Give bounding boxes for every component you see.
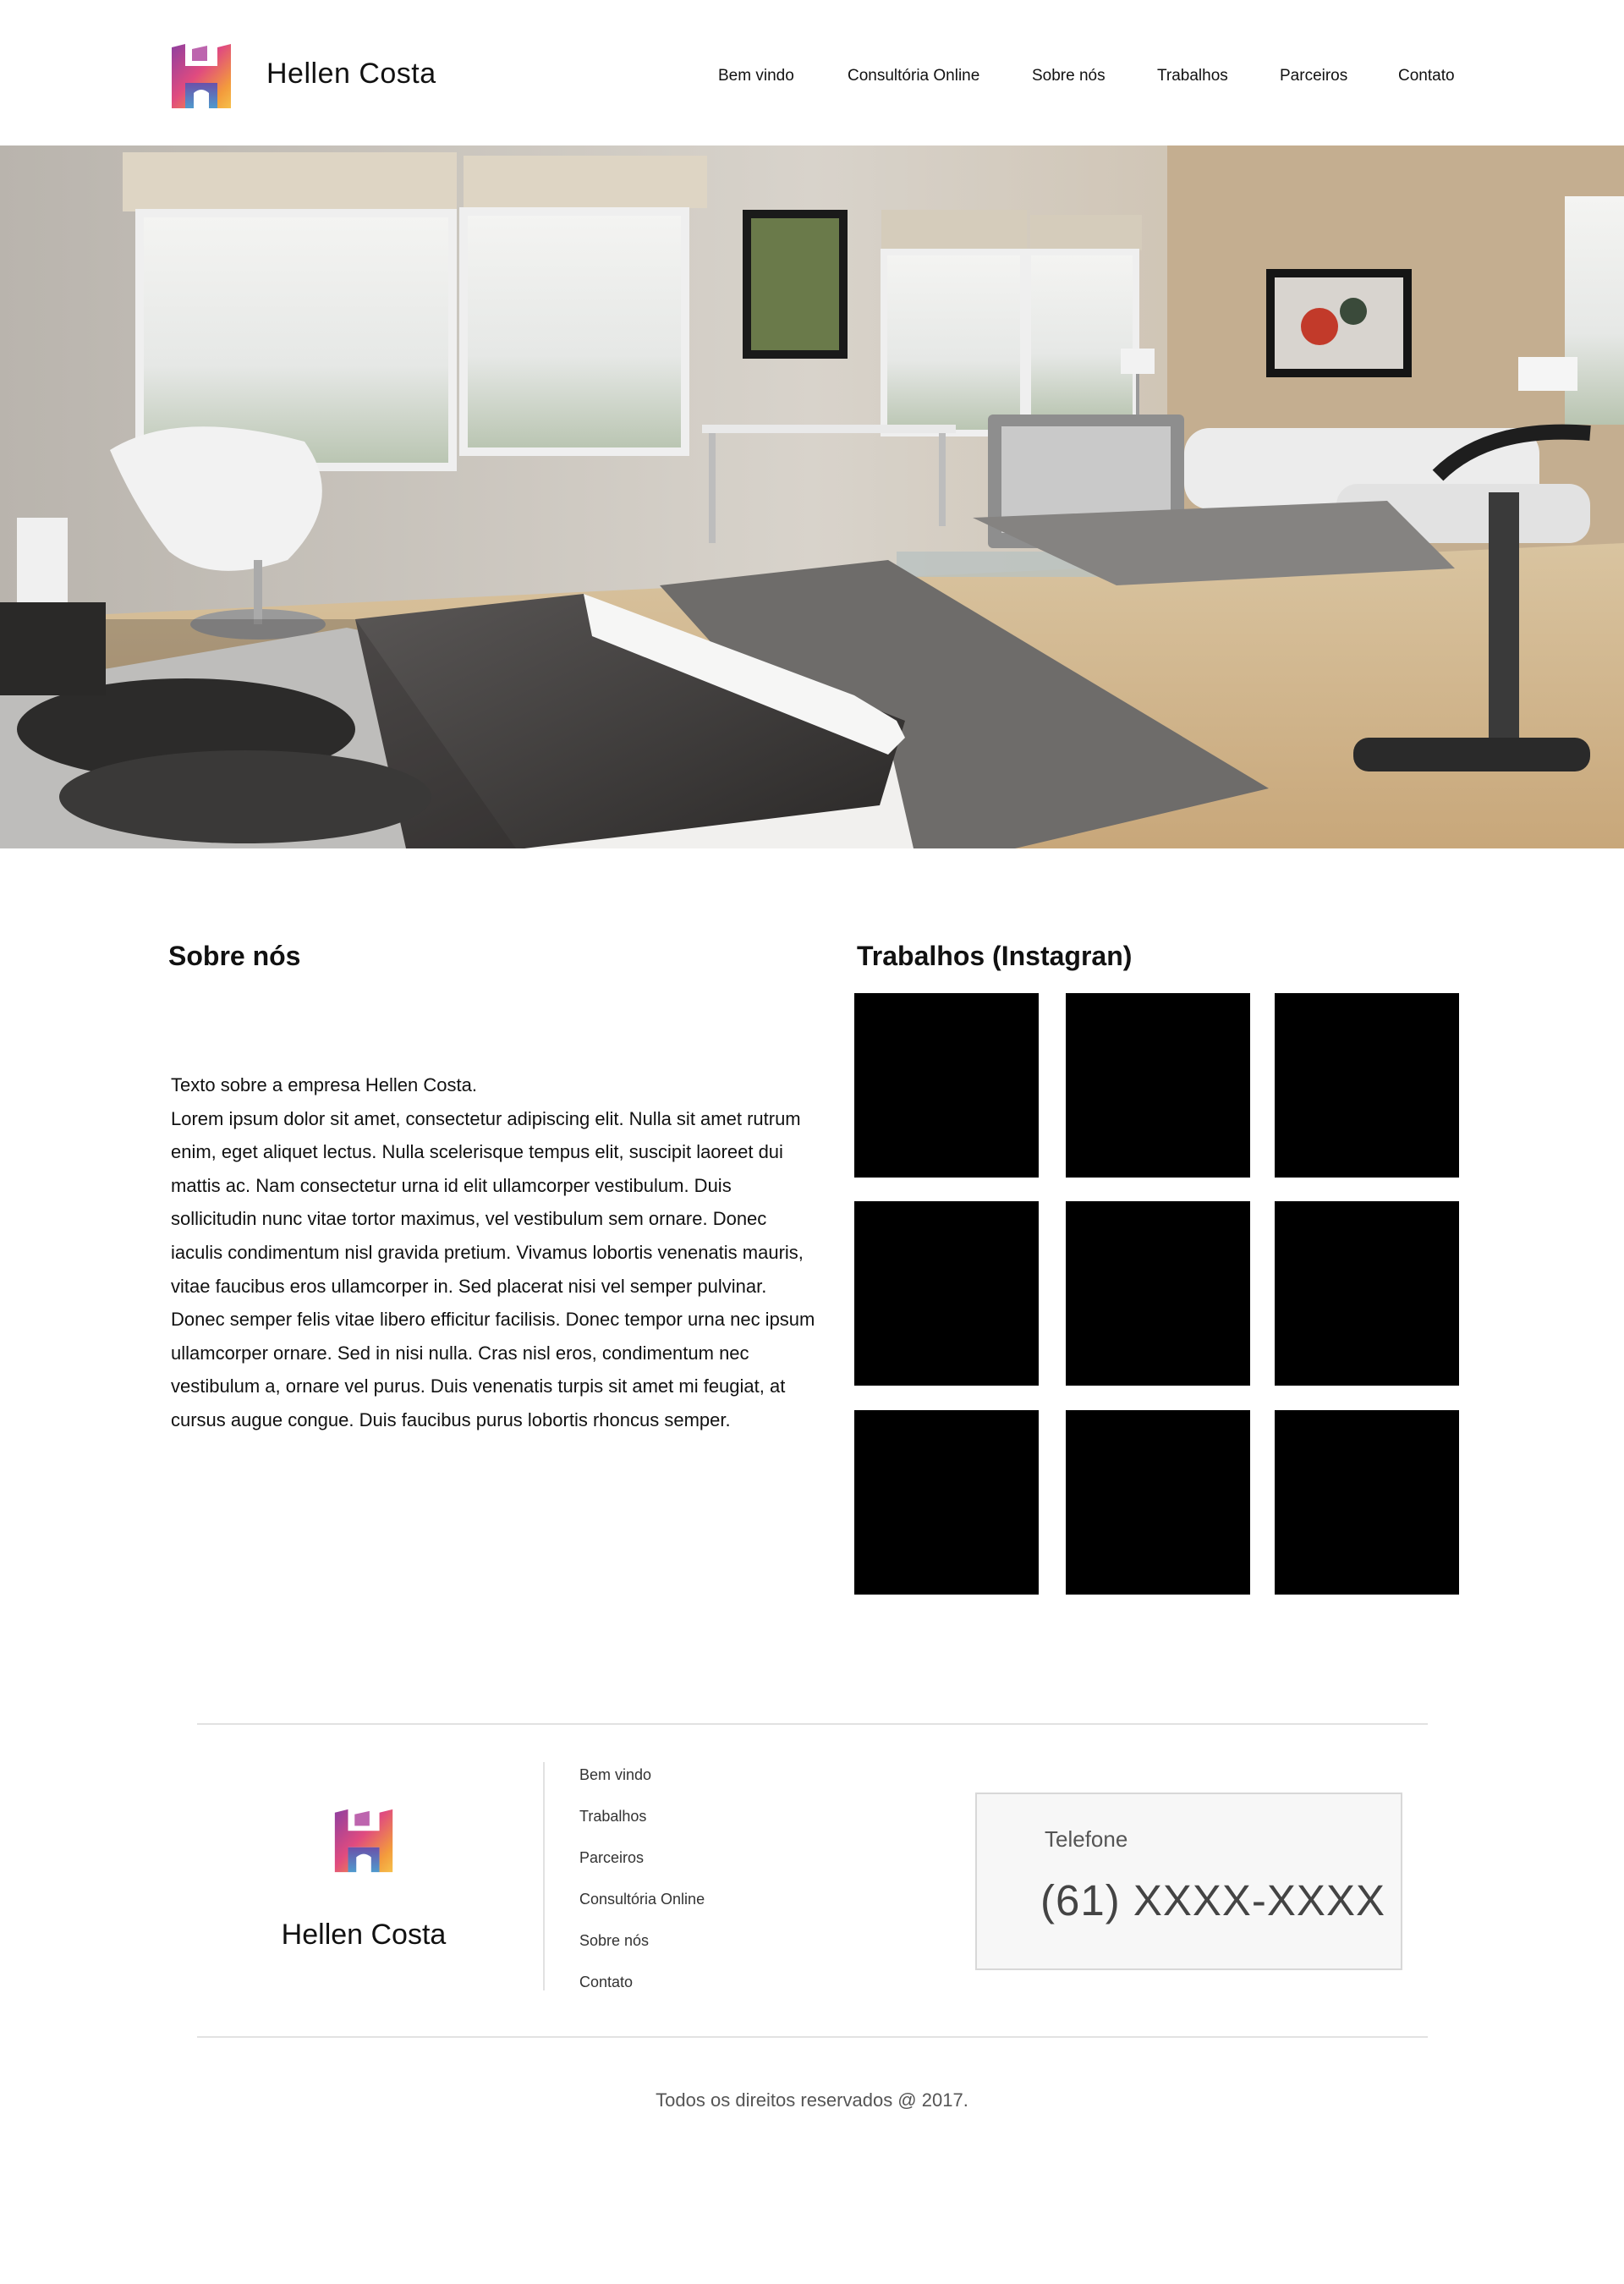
- nav-item-trabalhos[interactable]: Trabalhos: [1157, 67, 1228, 85]
- site-header: Hellen Costa Bem vindo Consultória Onlin…: [0, 0, 1624, 145]
- about-intro: Texto sobre a empresa Hellen Costa.: [171, 1074, 477, 1095]
- footer-link-sobre-nos[interactable]: Sobre nós: [579, 1929, 833, 1970]
- footer-brand-name: Hellen Costa: [281, 1919, 447, 1951]
- instagram-tile[interactable]: [1275, 1410, 1459, 1595]
- nav-item-sobre-nos[interactable]: Sobre nós: [1032, 67, 1106, 85]
- footer-top-divider: [197, 1723, 1428, 1725]
- footer-vertical-divider: [543, 1762, 545, 1990]
- hero-banner: [0, 145, 1624, 848]
- phone-number[interactable]: (61) XXXX-XXXX: [1040, 1875, 1385, 1925]
- about-text: Texto sobre a empresa Hellen Costa. Lore…: [171, 1068, 822, 1437]
- footer-link-bem-vindo[interactable]: Bem vindo: [579, 1763, 833, 1804]
- about-body: Lorem ipsum dolor sit amet, consectetur …: [171, 1107, 815, 1430]
- instagram-tile[interactable]: [1275, 1201, 1459, 1386]
- footer-link-parceiros[interactable]: Parceiros: [579, 1846, 833, 1887]
- works-title: Trabalhos (Instagran): [857, 941, 1133, 971]
- instagram-tile[interactable]: [1275, 993, 1459, 1178]
- instagram-tile[interactable]: [854, 1410, 1039, 1595]
- instagram-tile[interactable]: [1066, 1410, 1250, 1595]
- phone-box: Telefone (61) XXXX-XXXX: [975, 1793, 1402, 1970]
- nav-item-bem-vindo[interactable]: Bem vindo: [718, 67, 794, 85]
- copyright-text: Todos os direitos reservados @ 2017.: [656, 2089, 968, 2111]
- footer-h-logo-icon[interactable]: [330, 1805, 399, 1876]
- nav-item-consultoria-online[interactable]: Consultória Online: [848, 67, 979, 85]
- nav-item-parceiros[interactable]: Parceiros: [1280, 67, 1347, 85]
- phone-label: Telefone: [1045, 1826, 1128, 1852]
- instagram-tile[interactable]: [1066, 1201, 1250, 1386]
- main-nav: Bem vindo Consultória Online Sobre nós T…: [0, 67, 1624, 92]
- instagram-tile[interactable]: [854, 1201, 1039, 1386]
- hero-bedroom-image: [0, 145, 1624, 848]
- nav-item-contato[interactable]: Contato: [1398, 67, 1455, 85]
- footer-link-consultoria-online[interactable]: Consultória Online: [579, 1887, 833, 1929]
- footer-bottom-divider: [197, 2036, 1428, 2038]
- instagram-tile[interactable]: [854, 993, 1039, 1178]
- footer-link-contato[interactable]: Contato: [579, 1970, 833, 2012]
- footer-link-trabalhos[interactable]: Trabalhos: [579, 1804, 833, 1846]
- instagram-tile[interactable]: [1066, 993, 1250, 1178]
- footer-nav: Bem vindo Trabalhos Parceiros Consultóri…: [579, 1763, 833, 2012]
- instagram-grid: [854, 993, 1460, 1595]
- about-title: Sobre nós: [168, 941, 301, 971]
